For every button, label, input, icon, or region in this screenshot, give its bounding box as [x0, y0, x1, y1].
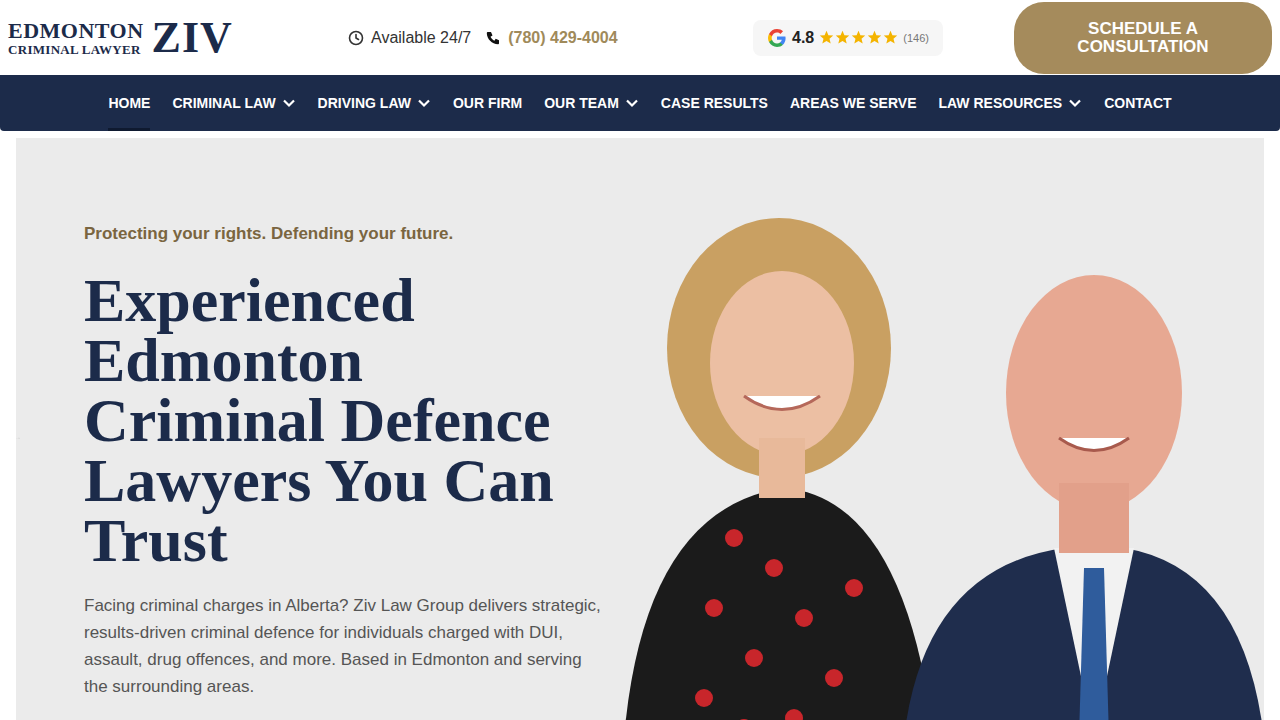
schedule-button[interactable]: SCHEDULE A CONSULTATION	[1014, 2, 1272, 74]
phone-icon	[485, 30, 501, 46]
rating-count: (146)	[903, 32, 929, 44]
google-rating[interactable]: 4.8 (146)	[753, 20, 943, 56]
hero-description: Facing criminal charges in Alberta? Ziv …	[84, 592, 604, 700]
star-icon	[883, 30, 898, 45]
logo-mark: ZIV	[152, 16, 233, 60]
heading-line: Trust	[84, 510, 604, 570]
nav-label[interactable]: OUR FIRM	[453, 95, 522, 111]
nav-item[interactable]: OUR FIRM	[453, 75, 522, 131]
heading-line: Experienced	[84, 270, 604, 330]
nav-item[interactable]: OUR TEAM	[544, 75, 639, 131]
phone-link[interactable]: (780) 429-4004	[485, 29, 617, 47]
star-icon	[819, 30, 834, 45]
star-icon	[867, 30, 882, 45]
nav-label[interactable]: CASE RESULTS	[661, 95, 768, 111]
team-photo	[604, 138, 1264, 720]
nav-label[interactable]: AREAS WE SERVE	[790, 95, 917, 111]
chevron-down-icon	[625, 98, 639, 108]
heading-line: Lawyers You Can	[84, 450, 604, 510]
logo[interactable]: EDMONTONCRIMINAL LAWYER ZIV	[8, 16, 338, 60]
chevron-down-icon	[1068, 98, 1082, 108]
nav-label[interactable]: OUR TEAM	[544, 95, 619, 111]
nav-label[interactable]: CRIMINAL LAW	[172, 95, 275, 111]
logo-line: EDMONTON	[8, 20, 144, 42]
availability-text: Available 24/7	[371, 29, 471, 47]
building-background	[16, 138, 20, 720]
header: EDMONTONCRIMINAL LAWYER ZIV Available 24/7…	[0, 0, 1280, 75]
nav-item[interactable]: DRIVING LAW	[318, 75, 431, 131]
chevron-down-icon	[417, 98, 431, 108]
nav-item[interactable]: HOME	[108, 75, 150, 131]
phone-number[interactable]: (780) 429-4004	[508, 29, 617, 47]
nav-item[interactable]: CONTACT	[1104, 75, 1171, 131]
nav-item[interactable]: LAW RESOURCES	[938, 75, 1082, 131]
heading-line: Criminal Defence	[84, 390, 604, 450]
nav-item[interactable]: CASE RESULTS	[661, 75, 768, 131]
nav-label[interactable]: LAW RESOURCES	[938, 95, 1062, 111]
nav-label[interactable]: CONTACT	[1104, 95, 1171, 111]
logo-line: CRIMINAL LAWYER	[8, 43, 144, 56]
chevron-down-icon	[282, 98, 296, 108]
hero: Protecting your rights. Defending your f…	[16, 138, 1264, 720]
team-photo-frame	[604, 138, 1264, 720]
rating-stars	[819, 30, 898, 45]
star-icon	[851, 30, 866, 45]
heading-line: Edmonton	[84, 330, 604, 390]
main-nav: HOME CRIMINAL LAW DRIVING LAW OUR FIRM OUR T…	[0, 75, 1280, 131]
clock-icon	[348, 30, 364, 46]
nav-label[interactable]: HOME	[108, 95, 150, 111]
hero-tagline: Protecting your rights. Defending your f…	[84, 224, 604, 244]
nav-item[interactable]: CRIMINAL LAW	[172, 75, 295, 131]
nav-label[interactable]: DRIVING LAW	[318, 95, 411, 111]
star-icon	[835, 30, 850, 45]
hero-heading: ExperiencedEdmontonCriminal DefenceLawye…	[84, 270, 604, 570]
google-icon	[767, 28, 787, 48]
rating-score: 4.8	[792, 29, 814, 47]
nav-item[interactable]: AREAS WE SERVE	[790, 75, 917, 131]
